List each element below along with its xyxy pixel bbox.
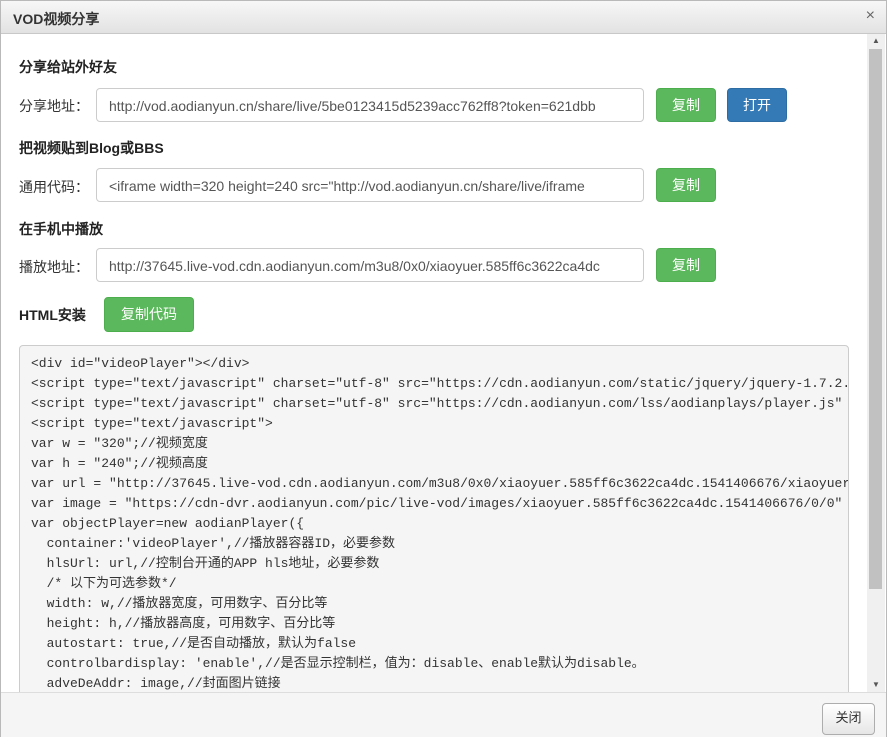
code-line: width: w,//播放器宽度，可用数字、百分比等 xyxy=(31,596,328,611)
html-code-block[interactable]: <div id="videoPlayer"></div> <script type… xyxy=(19,345,849,692)
dialog-titlebar: VOD视频分享 × xyxy=(1,1,886,34)
share-dialog: VOD视频分享 × 分享给站外好友 分享地址： http://vod.aodia… xyxy=(0,0,887,737)
embed-code-label: 通用代码： xyxy=(19,179,89,195)
scroll-down-icon[interactable]: ▼ xyxy=(867,678,885,692)
close-button[interactable]: 关闭 xyxy=(822,703,875,735)
dialog-footer: 关闭 xyxy=(1,692,886,737)
html-install-heading: HTML安装 xyxy=(19,307,86,323)
share-url-label: 分享地址： xyxy=(19,98,89,114)
embed-heading: 把视频贴到Blog或BBS xyxy=(19,140,164,156)
share-url-input[interactable]: http://vod.aodianyun.cn/share/live/5be01… xyxy=(96,88,644,122)
share-heading: 分享给站外好友 xyxy=(19,59,117,75)
code-line: var objectPlayer=new aodianPlayer({ xyxy=(31,516,305,531)
embed-code-input[interactable]: <iframe width=320 height=240 src="http:/… xyxy=(96,168,644,202)
open-share-url-button[interactable]: 打开 xyxy=(727,88,787,122)
copy-share-url-button[interactable]: 复制 xyxy=(656,88,716,122)
code-line: height: h,//播放器高度，可用数字、百分比等 xyxy=(31,616,336,631)
code-line: /* 以下为可选参数*/ xyxy=(31,576,177,591)
code-line: var w = "320";//视频宽度 xyxy=(31,436,208,451)
scroll-up-icon[interactable]: ▲ xyxy=(867,34,885,48)
code-line: hlsUrl: url,//控制台开通的APP hls地址，必要参数 xyxy=(31,556,380,571)
code-line: var h = "240";//视频高度 xyxy=(31,456,208,471)
code-line: controlbardisplay: 'enable',//是否显示控制栏，值为… xyxy=(31,656,645,671)
close-icon[interactable]: × xyxy=(866,7,875,25)
mobile-heading: 在手机中播放 xyxy=(19,221,103,237)
code-line: <script type="text/javascript" charset="… xyxy=(31,376,849,391)
code-line: autostart: true,//是否自动播放，默认为false xyxy=(31,636,357,651)
copy-play-url-button[interactable]: 复制 xyxy=(656,248,716,282)
code-line: <script type="text/javascript"> xyxy=(31,416,273,431)
code-line: <div id="videoPlayer"></div> xyxy=(31,356,250,371)
code-line: adveDeAddr: image,//封面图片链接 xyxy=(31,676,281,691)
code-line: var image = "https://cdn-dvr.aodianyun.c… xyxy=(31,496,843,511)
copy-embed-code-button[interactable]: 复制 xyxy=(656,168,716,202)
scrollbar-thumb[interactable] xyxy=(869,49,882,589)
content-scrollbar[interactable]: ▲ ▼ xyxy=(867,34,885,692)
code-line: container:'videoPlayer',//播放器容器ID，必要参数 xyxy=(31,536,396,551)
dialog-content: 分享给站外好友 分享地址： http://vod.aodianyun.cn/sh… xyxy=(1,34,867,692)
copy-code-button[interactable]: 复制代码 xyxy=(104,297,194,332)
code-line: var url = "http://37645.live-vod.cdn.aod… xyxy=(31,476,849,491)
html-code-text: <div id="videoPlayer"></div> <script type… xyxy=(20,346,848,692)
play-url-label: 播放地址： xyxy=(19,259,89,275)
play-url-input[interactable]: http://37645.live-vod.cdn.aodianyun.com/… xyxy=(96,248,644,282)
dialog-title: VOD视频分享 xyxy=(13,11,100,27)
code-line: <script type="text/javascript" charset="… xyxy=(31,396,843,411)
